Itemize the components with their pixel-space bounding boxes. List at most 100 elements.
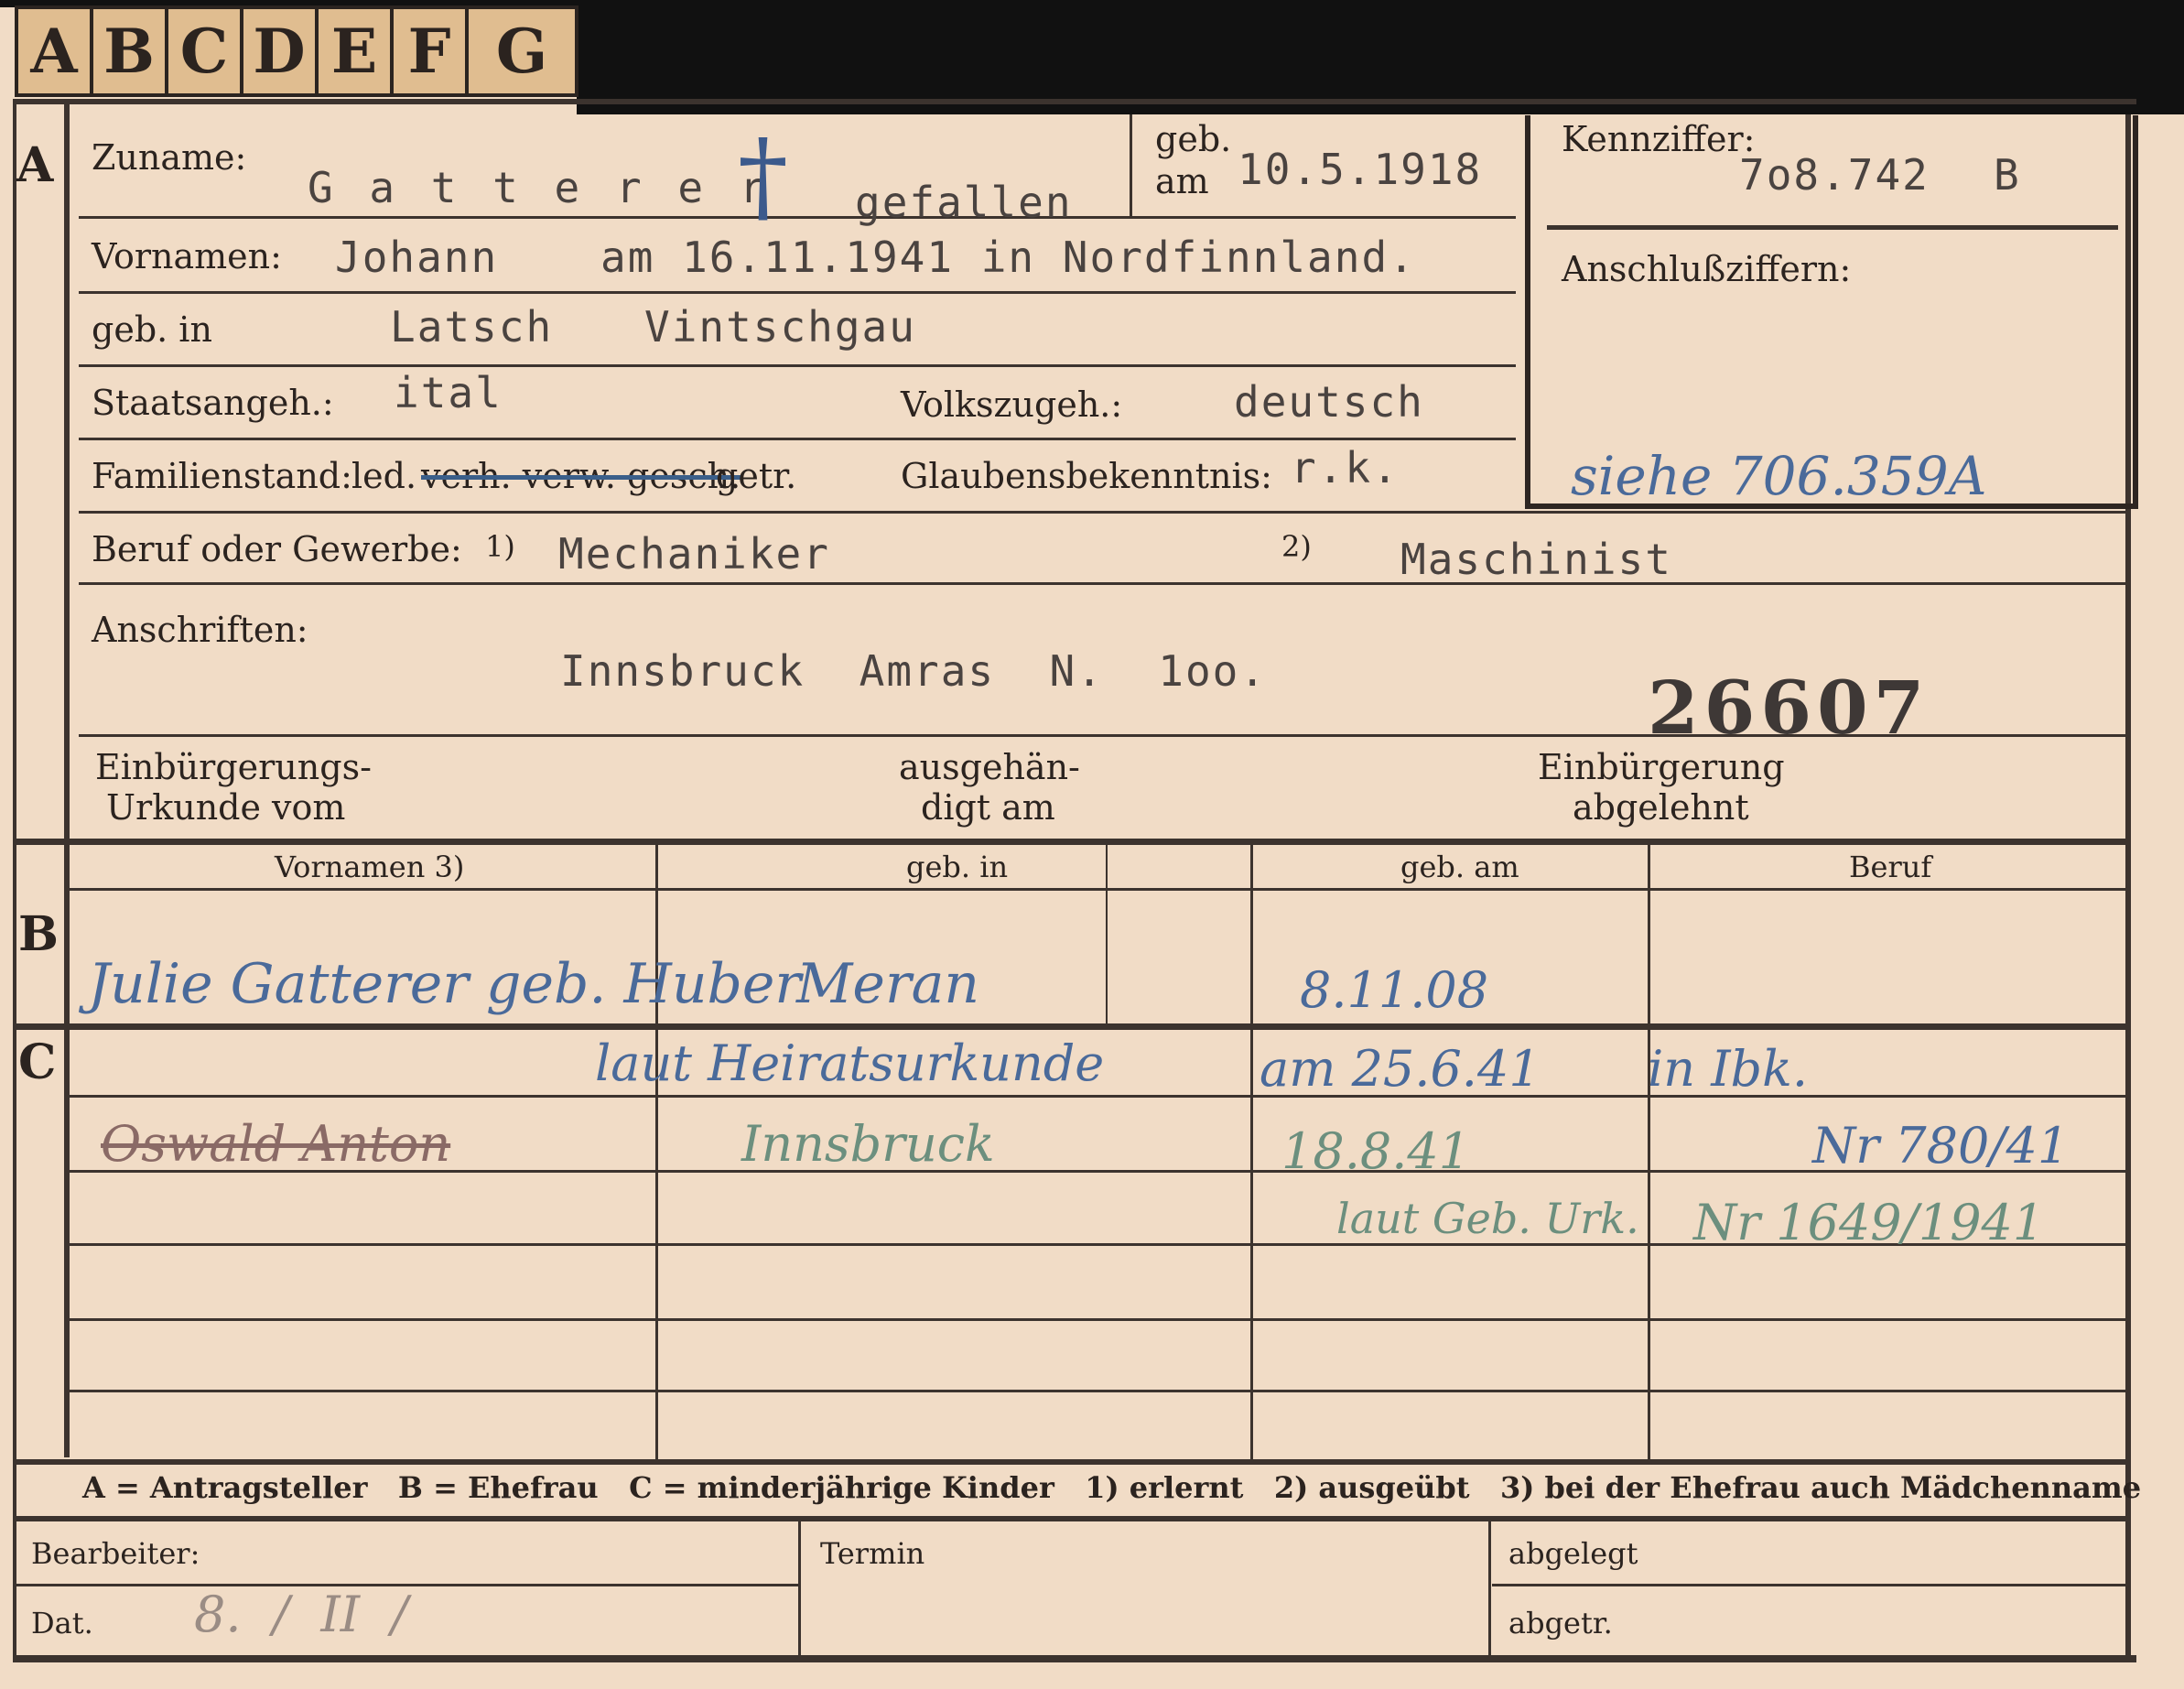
c-row-rule-5 xyxy=(70,1390,2125,1392)
geb-date: 10.5.1918 xyxy=(1238,145,1483,194)
vornamen-label: Vornamen: xyxy=(92,236,282,276)
familien-label: Familienstand: xyxy=(92,456,352,496)
a-row-rule-2 xyxy=(79,291,1516,294)
legend-top-rule xyxy=(13,1459,2131,1465)
c-row-rule-1 xyxy=(70,1095,2125,1098)
familien-struck: verh. verw. gesch. xyxy=(421,456,741,496)
zuname-label: Zuname: xyxy=(92,137,247,178)
gebin-town: Latsch xyxy=(390,302,554,352)
card-bottom-rule xyxy=(13,1655,2136,1662)
col-divider-1 xyxy=(655,845,658,1459)
section-margin-rule xyxy=(64,103,70,1457)
card-left-rule xyxy=(13,99,16,1655)
familien-options: led. xyxy=(351,456,417,496)
anschriften-label: Anschriften: xyxy=(92,610,308,650)
einb-abgelehnt-line-1: Einbürgerung xyxy=(1538,747,1785,787)
volks-value: deutsch xyxy=(1234,377,1424,427)
col-divider-b-extra xyxy=(1106,845,1108,1023)
col-divider-3 xyxy=(1648,845,1650,1459)
c-row-2-place: Innsbruck xyxy=(741,1115,995,1173)
top-dark-band xyxy=(577,0,2184,114)
legend-text: A = Antragsteller B = Ehefrau C = minder… xyxy=(82,1470,2142,1505)
siehe-note: siehe 706.359A xyxy=(1571,445,1987,507)
einb-abgelehnt-line-2: abgelehnt xyxy=(1573,787,1749,828)
gefallen-text: gefallen xyxy=(855,178,1073,227)
c-row-3-date: laut Geb. Urk. xyxy=(1336,1194,1639,1243)
a-row-rule-6 xyxy=(79,582,2125,585)
tab-b[interactable]: B xyxy=(90,5,165,97)
staats-label: Staatsangeh.: xyxy=(92,383,334,423)
c-row-3-beruf: Nr 1649/1941 xyxy=(1693,1194,2045,1251)
footer-divider-1 xyxy=(798,1520,801,1655)
familien-tail: getr. xyxy=(716,456,797,496)
c-row-1-beruf: in Ibk. xyxy=(1648,1040,1808,1098)
beruf-value-2: Maschinist xyxy=(1400,535,1672,584)
header-vornamen: Vornamen 3) xyxy=(275,850,465,884)
header-beruf: Beruf xyxy=(1849,850,1932,884)
am-label: am xyxy=(1155,161,1209,201)
gebin-label: geb. in xyxy=(92,309,212,350)
a-row-rule-1 xyxy=(79,216,1516,219)
b-row-place: Meran xyxy=(796,952,980,1016)
header-geb-in: geb. in xyxy=(906,850,1009,884)
b-section-top-rule xyxy=(13,839,2131,845)
a-row-rule-4 xyxy=(79,438,1516,440)
c-section-top-rule xyxy=(13,1023,2131,1030)
section-c-label: C xyxy=(18,1034,57,1090)
bearbeiter-label: Bearbeiter: xyxy=(31,1536,200,1571)
b-row-date: 8.11.08 xyxy=(1300,961,1489,1019)
anschluss-label: Anschlußziffern: xyxy=(1562,249,1852,289)
kennziffer-rule xyxy=(1547,225,2118,230)
tab-a[interactable]: A xyxy=(15,5,90,97)
kennziffer-value: 7o8.742 xyxy=(1739,150,1930,200)
c-row-2-name: Oswald Anton xyxy=(101,1115,451,1173)
tab-f[interactable]: F xyxy=(390,5,465,97)
tab-e[interactable]: E xyxy=(315,5,390,97)
ausgeh-line-2: digt am xyxy=(921,787,1055,828)
c-row-2-date: 18.8.41 xyxy=(1281,1122,1471,1180)
card-top-rule xyxy=(13,99,2136,104)
kennziffer-suffix: B xyxy=(1994,150,2021,200)
geb-label: geb. xyxy=(1155,119,1232,159)
volks-label: Volkszugeh.: xyxy=(901,384,1123,425)
a-row-rule-3 xyxy=(79,364,1516,367)
dat-label: Dat. xyxy=(31,1606,93,1640)
beruf-value-1: Mechaniker xyxy=(558,529,830,579)
c-row-2-beruf: Nr 780/41 xyxy=(1812,1117,2070,1175)
dat-value: 8. / II / xyxy=(194,1586,408,1643)
abgelegt-label: abgelegt xyxy=(1508,1536,1638,1571)
section-b-label: B xyxy=(18,906,59,962)
zuname-value: G a t t e r e r xyxy=(308,163,771,212)
einb-urkunde-line-1: Einbürgerungs- xyxy=(95,747,372,787)
glaubens-value: r.k. xyxy=(1291,443,1400,493)
vornamen-value: Johann xyxy=(335,233,499,282)
cross-symbol: † xyxy=(738,117,788,234)
legend-bottom-rule xyxy=(13,1516,2131,1521)
gebin-region: Vintschgau xyxy=(644,302,916,352)
c-row-1-place: laut Heiratsurkunde xyxy=(595,1034,1105,1092)
einb-urkunde-line-2: Urkunde vom xyxy=(106,787,346,828)
glaubens-label: Glaubensbekenntnis: xyxy=(901,456,1272,496)
header-geb-am: geb. am xyxy=(1400,850,1519,884)
tab-d[interactable]: D xyxy=(240,5,315,97)
col-divider-2 xyxy=(1250,845,1253,1459)
kennziffer-label: Kennziffer: xyxy=(1562,119,1756,159)
c-row-rule-4 xyxy=(70,1318,2125,1321)
abgetr-label: abgetr. xyxy=(1508,1606,1613,1640)
geb-divider xyxy=(1130,114,1132,217)
death-note: am 16.11.1941 in Nordfinnland. xyxy=(600,233,1416,282)
footer-mid-rule-right xyxy=(1492,1584,2125,1586)
table-header-rule xyxy=(70,888,2125,891)
ausgeh-line-1: ausgehän- xyxy=(899,747,1080,787)
beruf-note-2: 2) xyxy=(1281,529,1312,564)
a-row-rule-5 xyxy=(79,511,2125,514)
footer-divider-2 xyxy=(1488,1520,1491,1655)
termin-label: Termin xyxy=(820,1536,925,1571)
beruf-label: Beruf oder Gewerbe: xyxy=(92,529,462,569)
c-row-1-date: am 25.6.41 xyxy=(1260,1040,1541,1098)
tab-c[interactable]: C xyxy=(165,5,240,97)
staats-value: ital xyxy=(394,368,503,417)
tab-g[interactable]: G xyxy=(465,5,578,97)
section-a-label: A xyxy=(16,137,54,193)
address: Innsbruck Amras N. 1oo. xyxy=(560,646,1268,696)
